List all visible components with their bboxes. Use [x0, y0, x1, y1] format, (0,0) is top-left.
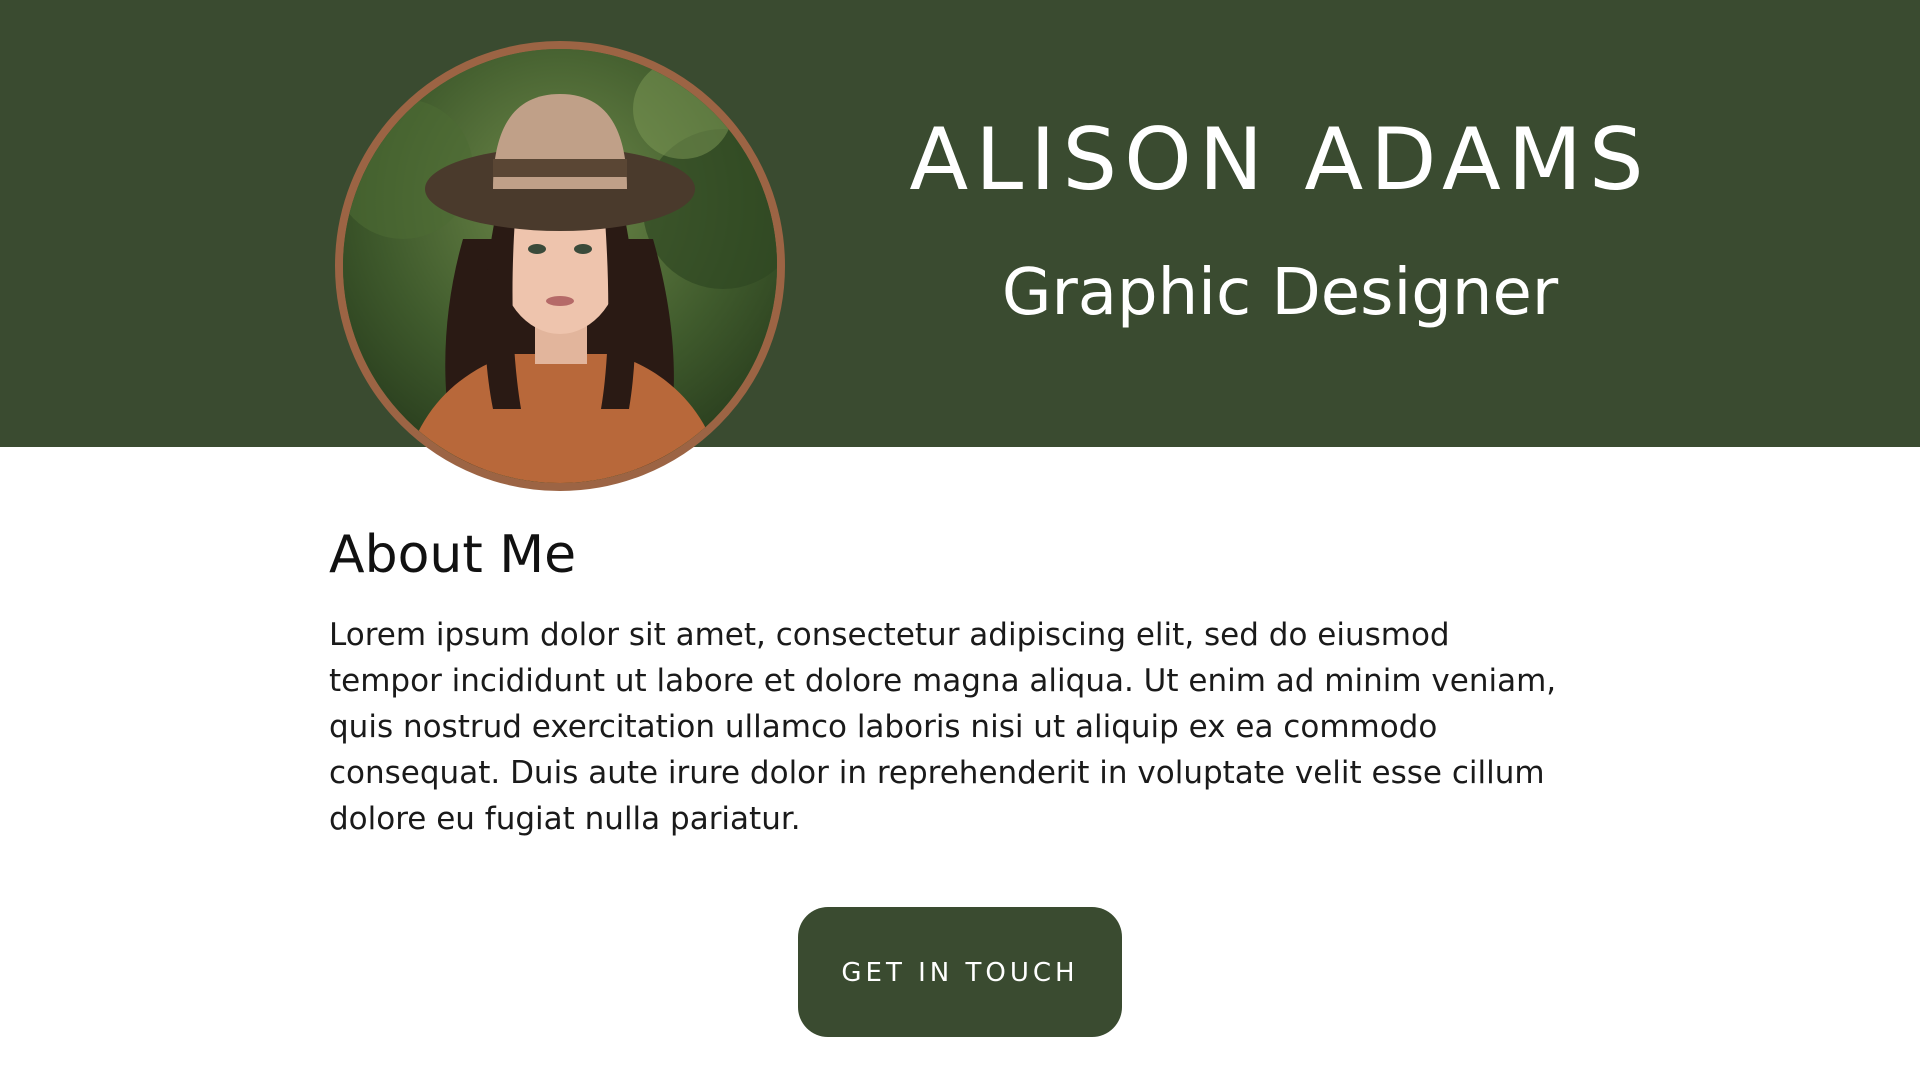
- profile-role: Graphic Designer: [1001, 256, 1559, 330]
- profile-name: ALISON ADAMS: [909, 110, 1651, 210]
- get-in-touch-button[interactable]: GET IN TOUCH: [798, 907, 1122, 1037]
- profile-page: ALISON ADAMS Graphic Designer About Me L…: [0, 0, 1920, 1080]
- profile-photo: [335, 41, 785, 491]
- profile-photo-illustration: [343, 49, 777, 483]
- header-band: [0, 0, 1920, 447]
- about-text: Lorem ipsum dolor sit amet, consectetur …: [329, 617, 1557, 837]
- about-heading: About Me: [329, 525, 577, 585]
